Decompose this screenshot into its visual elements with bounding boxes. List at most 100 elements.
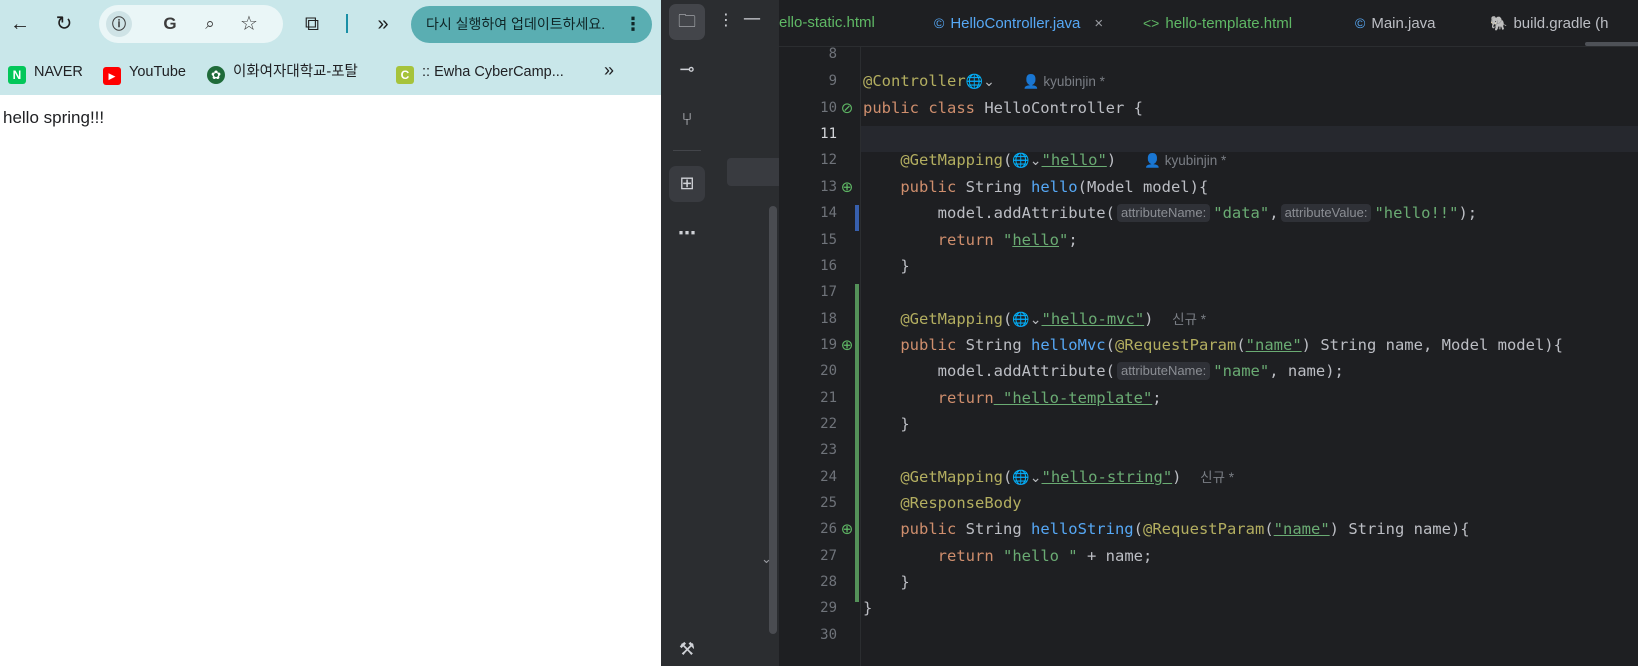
web-endpoint-icon[interactable]: 🌐⌄ [1012, 312, 1041, 328]
line-number: 20 [820, 363, 837, 379]
request-mapping-icon[interactable]: ⊕ [838, 178, 856, 196]
editor-tab-bar: ello-static.html © HelloController.java × … [779, 0, 1638, 47]
pull-requests-icon[interactable]: ⑂ [669, 102, 705, 138]
line-number: 30 [820, 627, 837, 643]
project-tree-selected-row[interactable] [727, 158, 779, 186]
line-number: 17 [820, 284, 837, 300]
bookmark-label: 이화여자대학교-포탈 [233, 64, 358, 80]
line-number: 18 [820, 311, 837, 327]
tree-chevron-icon[interactable]: ⌄ [761, 552, 772, 567]
code-line: 11 [779, 121, 1638, 148]
code-line: 18 @GetMapping(🌐⌄"hello-mvc") 신규 * [779, 306, 1638, 333]
tab-hello-controller[interactable]: © HelloController.java × [934, 12, 1103, 34]
code-text: @GetMapping(🌐⌄"hello-mvc") 신규 * [900, 310, 1207, 328]
tab-label: build.gradle (h [1513, 15, 1609, 32]
minimize-icon[interactable]: — [743, 8, 761, 29]
code-text: return "hello"; [937, 231, 1078, 249]
bookmarks-overflow-icon[interactable]: » [604, 60, 614, 81]
line-number: 11 [820, 126, 837, 142]
more-tool-windows-icon[interactable]: ⋯ [669, 216, 705, 252]
tab-hello-template[interactable]: <> hello-template.html [1143, 12, 1292, 34]
reload-icon[interactable]: ↻ [51, 11, 77, 37]
parameter-hint: attributeName: [1116, 204, 1211, 222]
project-scrollbar[interactable] [769, 206, 777, 634]
tab-hello-static[interactable]: ello-static.html [779, 12, 875, 34]
author-hint[interactable]: 👤 kyubinjin * [1023, 74, 1105, 89]
cybercamp-icon: C [396, 66, 414, 84]
bookmark-label: NAVER [34, 64, 83, 80]
address-bar[interactable]: ⓘ G ⌕ ☆ [99, 5, 283, 43]
extensions-icon[interactable]: ⧉ [299, 11, 325, 37]
code-line: 19 ⊕ public String helloMvc(@RequestPara… [779, 332, 1638, 359]
tab-main[interactable]: © Main.java [1355, 12, 1436, 34]
bookmark-naver[interactable]: N NAVER [8, 61, 83, 84]
zoom-icon[interactable]: ⌕ [197, 11, 223, 37]
request-mapping-icon[interactable]: ⊕ [838, 336, 856, 354]
line-number: 19 [820, 337, 837, 353]
browser-menu-icon[interactable]: ⋮ [624, 6, 642, 43]
spring-bean-icon[interactable]: ⊘ [838, 99, 856, 117]
code-text: } [900, 573, 910, 591]
code-line: 21 return "hello-template"; [779, 385, 1638, 412]
update-button[interactable]: 다시 실행하여 업데이트하세요. ⋮ [411, 6, 652, 43]
tab-build-gradle[interactable]: 🐘 build.gradle (h [1490, 12, 1609, 34]
bookmark-star-icon[interactable]: ☆ [236, 11, 262, 37]
author-hint[interactable]: 👤 kyubinjin * [1144, 153, 1226, 168]
code-line: 14 model.addAttribute(attributeName: "dat… [779, 200, 1638, 227]
bookmark-ewha-portal[interactable]: ✿ 이화여자대학교-포탈 [207, 61, 358, 84]
code-line: 28 } [779, 569, 1638, 596]
web-endpoint-icon[interactable]: 🌐⌄ [1012, 153, 1041, 169]
tab-label: ello-static.html [779, 14, 875, 31]
project-icon[interactable]: 🗀 [669, 4, 705, 40]
browser-window: ← ↻ ⓘ G ⌕ ☆ ⧉ » 다시 실행하여 업데이트하세요. ⋮ N NAVE… [0, 0, 661, 666]
line-number: 22 [820, 416, 837, 432]
code-text: } [900, 257, 910, 275]
line-number: 28 [820, 574, 837, 590]
project-options-icon[interactable]: ⋮ [718, 10, 734, 29]
code-line: 10 ⊘ public class HelloController { [779, 95, 1638, 122]
back-icon[interactable]: ← [7, 11, 33, 37]
bookmark-label: :: Ewha CyberCamp... [422, 64, 564, 80]
code-text: @ResponseBody [900, 494, 1022, 512]
build-icon[interactable]: ⚒ [669, 632, 705, 666]
bookmark-ewha-cybercamp[interactable]: C:: Ewha CyberCamp... [396, 61, 564, 84]
toolbar-divider [346, 14, 348, 33]
translate-icon[interactable]: G [157, 11, 183, 37]
code-text: } [863, 599, 873, 617]
code-editor[interactable]: 8 9 @Controller🌐⌄ 👤 kyubinjin * 10 ⊘ pub… [779, 46, 1638, 666]
line-number: 29 [820, 600, 837, 616]
web-endpoint-icon[interactable]: 🌐⌄ [966, 74, 995, 90]
code-line: 27 return "hello " + name; [779, 543, 1638, 570]
web-endpoint-icon[interactable]: 🌐⌄ [1012, 470, 1041, 486]
more-tools-icon[interactable]: » [370, 11, 396, 37]
tab-label: hello-template.html [1165, 15, 1293, 32]
bookmark-youtube[interactable]: ▶ YouTube [103, 61, 186, 85]
line-number: 27 [820, 548, 837, 564]
code-text: @GetMapping(🌐⌄"hello") 👤 kyubinjin * [900, 151, 1227, 169]
vcs-new-hint[interactable]: 신규 * [1200, 470, 1234, 485]
code-line: 22 } [779, 411, 1638, 438]
code-line: 29 } [779, 595, 1638, 622]
code-text: model.addAttribute(attributeName: "data",… [937, 204, 1478, 222]
line-number: 24 [820, 469, 837, 485]
bookmarks-bar: N NAVER ▶ YouTube ✿ 이화여자대학교-포탈 C:: Ewha Cyb… [0, 48, 661, 95]
close-tab-icon[interactable]: × [1094, 15, 1103, 32]
site-info-icon[interactable]: ⓘ [106, 11, 132, 37]
code-line: 15 return "hello"; [779, 227, 1638, 254]
tool-window-strip: 🗀 ⊸ ⑂ ⊞ ⋯ ⚒ [661, 0, 714, 666]
vcs-new-hint[interactable]: 신규 * [1172, 312, 1206, 327]
line-number: 9 [828, 73, 837, 89]
code-text: public String hello(Model model){ [900, 178, 1209, 196]
request-mapping-icon[interactable]: ⊕ [838, 520, 856, 538]
structure-icon[interactable]: ⊞ [669, 166, 705, 202]
commit-icon[interactable]: ⊸ [669, 52, 705, 88]
bookmark-label: YouTube [129, 64, 186, 80]
line-number: 25 [820, 495, 837, 511]
browser-toolbar: ← ↻ ⓘ G ⌕ ☆ ⧉ » 다시 실행하여 업데이트하세요. ⋮ [0, 0, 661, 48]
code-line: 26 ⊕ public String helloString(@RequestP… [779, 516, 1638, 543]
html-file-icon: <> [1143, 15, 1160, 31]
strip-divider [673, 150, 701, 151]
line-number: 13 [820, 179, 837, 195]
code-line: 20 model.addAttribute(attributeName: "nam… [779, 358, 1638, 385]
line-number: 26 [820, 521, 837, 537]
